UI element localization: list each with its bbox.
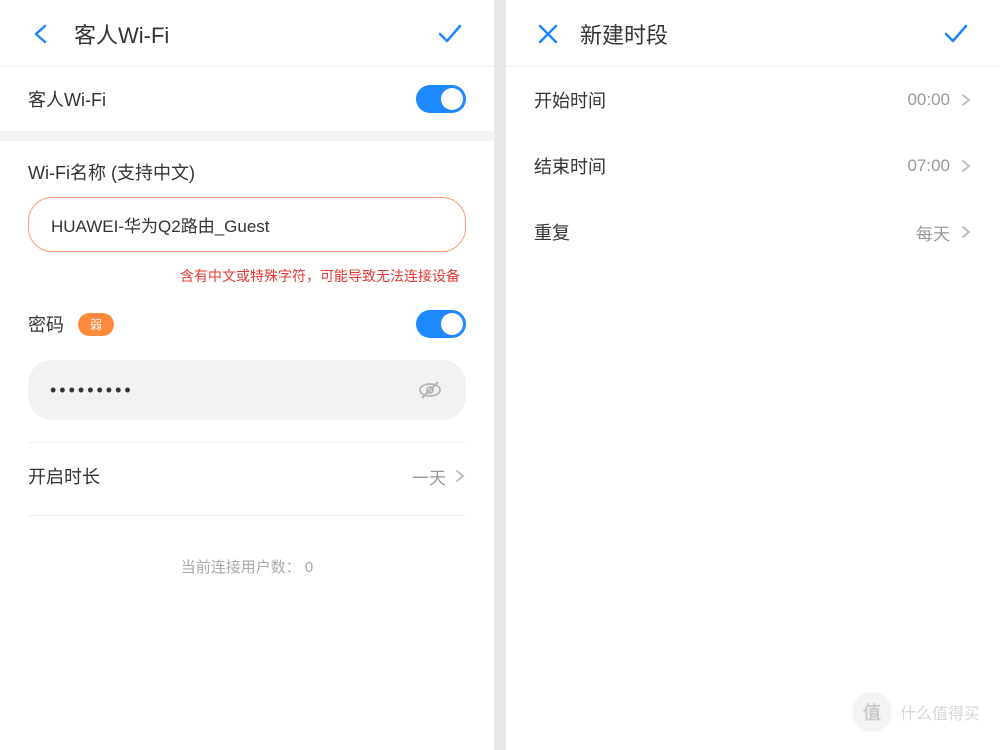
connected-label: 当前连接用户数：	[181, 559, 301, 576]
watermark-text: 什么值得买	[900, 700, 980, 724]
repeat-label: 重复	[534, 219, 916, 245]
guest-wifi-screen: 客人Wi-Fi 客人Wi-Fi Wi-Fi名称 (支持中文) HUAWEI-华为…	[0, 0, 494, 750]
close-icon[interactable]	[534, 20, 562, 48]
header: 新建时段	[506, 0, 1000, 67]
end-time-label: 结束时间	[534, 153, 907, 179]
repeat-row[interactable]: 重复 每天	[506, 199, 1000, 265]
chevron-right-icon	[960, 94, 972, 106]
end-time-row[interactable]: 结束时间 07:00	[506, 133, 1000, 199]
confirm-icon[interactable]	[434, 18, 466, 50]
chevron-right-icon	[960, 226, 972, 238]
duration-label: 开启时长	[28, 463, 412, 489]
start-time-value: 00:00	[907, 90, 950, 110]
wifi-name-warning: 含有中文或特殊字符，可能导致无法连接设备	[0, 260, 494, 296]
end-time-value: 07:00	[907, 156, 950, 176]
header: 客人Wi-Fi	[0, 0, 494, 67]
guest-wifi-toggle-row: 客人Wi-Fi	[0, 67, 494, 131]
duration-row[interactable]: 开启时长 一天	[0, 443, 494, 509]
wifi-name-input[interactable]: HUAWEI-华为Q2路由_Guest	[28, 197, 466, 252]
repeat-value: 每天	[916, 220, 950, 245]
start-time-row[interactable]: 开始时间 00:00	[506, 67, 1000, 133]
eye-off-icon[interactable]	[416, 376, 444, 404]
password-strength-badge: 弱	[78, 313, 114, 336]
connected-count: 0	[305, 559, 313, 576]
new-period-screen: 新建时段 开始时间 00:00 结束时间 07:00 重复 每天 值 什么值得买	[506, 0, 1000, 750]
guest-wifi-label: 客人Wi-Fi	[28, 86, 416, 112]
watermark-badge: 值	[852, 692, 892, 732]
password-input[interactable]: •••••••••	[28, 360, 466, 420]
chevron-right-icon	[454, 470, 466, 482]
start-time-label: 开始时间	[534, 87, 907, 113]
password-label: 密码	[28, 311, 64, 337]
watermark: 值 什么值得买	[852, 692, 980, 732]
chevron-right-icon	[960, 160, 972, 172]
password-toggle[interactable]	[416, 310, 466, 338]
back-icon[interactable]	[28, 20, 56, 48]
wifi-name-label: Wi-Fi名称 (支持中文)	[0, 141, 494, 189]
password-input-wrap: •••••••••	[0, 352, 494, 436]
confirm-icon[interactable]	[940, 18, 972, 50]
wifi-name-input-wrap: HUAWEI-华为Q2路由_Guest	[0, 189, 494, 260]
section-gap	[0, 131, 494, 141]
password-row: 密码 弱	[0, 296, 494, 352]
password-masked: •••••••••	[50, 380, 416, 401]
page-title: 客人Wi-Fi	[74, 18, 434, 50]
connected-users: 当前连接用户数： 0	[0, 516, 494, 617]
page-title: 新建时段	[580, 18, 940, 50]
duration-value: 一天	[412, 464, 446, 489]
guest-wifi-toggle[interactable]	[416, 85, 466, 113]
